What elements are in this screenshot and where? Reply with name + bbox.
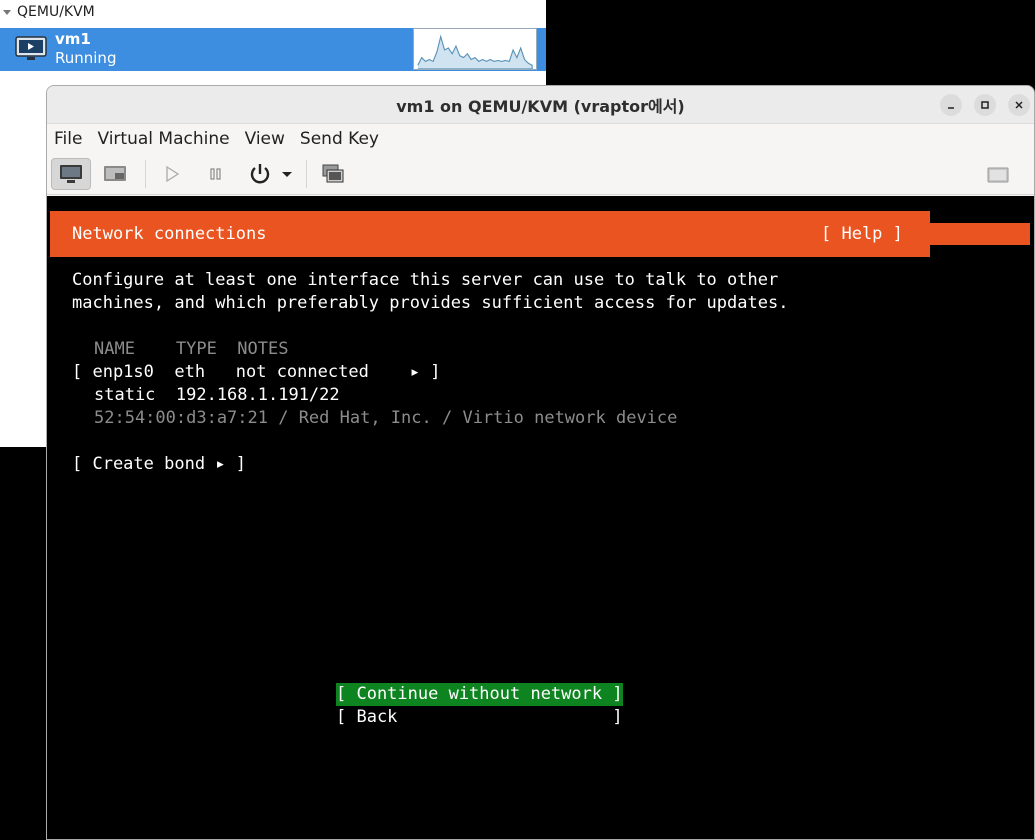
shutdown-menu-button[interactable]: [278, 158, 296, 190]
window-title: vm1 on QEMU/KVM (vraptor에서): [396, 96, 685, 116]
connection-group[interactable]: QEMU/KVM: [0, 0, 546, 24]
maximize-icon: [981, 101, 989, 109]
help-button[interactable]: [ Help ]: [821, 223, 903, 246]
menu-virtual-machine[interactable]: Virtual Machine: [97, 129, 229, 149]
vm-name: vm1: [55, 30, 91, 48]
minimize-icon: [948, 107, 954, 109]
toolbar-separator: [145, 159, 146, 188]
interface-table-header: NAME TYPE NOTES: [94, 339, 289, 359]
snapshots-button[interactable]: [313, 158, 353, 190]
play-icon: [166, 165, 180, 182]
interface-description: 52:54:00:d3:a7:21 / Red Hat, Inc. / Virt…: [94, 408, 678, 428]
intro-text-line-1: Configure at least one interface this se…: [72, 270, 779, 290]
continue-without-network-button[interactable]: [ Continue without network ]: [336, 683, 623, 706]
group-label: QEMU/KVM: [17, 4, 95, 20]
run-button[interactable]: [152, 158, 192, 190]
intro-text-line-2: machines, and which preferably provides …: [72, 293, 789, 313]
monitor-icon: [60, 164, 82, 183]
create-bond-button[interactable]: [ Create bond ▸ ]: [72, 453, 246, 476]
interface-address: static 192.168.1.191/22: [94, 385, 340, 405]
pause-button[interactable]: [196, 158, 236, 190]
fullscreen-icon: [987, 167, 1009, 183]
vm-status: Running: [55, 49, 117, 67]
console-view-button[interactable]: [51, 157, 91, 190]
details-icon: [104, 165, 126, 181]
back-button[interactable]: [ Back ]: [336, 706, 623, 729]
shutdown-button[interactable]: [240, 158, 280, 190]
pause-icon: [210, 167, 221, 180]
interface-row-enp1s0[interactable]: [ enp1s0 eth not connected ▸ ]: [72, 361, 440, 384]
title-bar[interactable]: vm1 on QEMU/KVM (vraptor에서): [47, 86, 1034, 124]
vm-list-row[interactable]: vm1 Running: [0, 28, 546, 71]
chevron-down-icon: [282, 171, 292, 177]
cpu-usage-graph: [413, 28, 537, 70]
monitor-icon: [15, 36, 47, 60]
close-icon: [1015, 101, 1023, 109]
vm-console-window: vm1 on QEMU/KVM (vraptor에서) File Virtual…: [46, 85, 1035, 840]
menu-file[interactable]: File: [54, 129, 82, 149]
screen-title: Network connections: [72, 224, 267, 244]
expander-icon[interactable]: [3, 9, 11, 15]
close-button[interactable]: [1008, 94, 1030, 116]
snapshots-icon: [322, 164, 344, 182]
maximize-button[interactable]: [974, 94, 996, 116]
toolbar: [47, 153, 1034, 195]
minimize-button[interactable]: [940, 94, 962, 116]
menu-send-key[interactable]: Send Key: [300, 129, 379, 149]
power-icon: [250, 163, 270, 183]
details-view-button[interactable]: [95, 158, 135, 190]
menu-bar: File Virtual Machine View Send Key: [47, 124, 1034, 153]
fullscreen-button[interactable]: [978, 159, 1018, 191]
toolbar-separator: [306, 159, 307, 188]
menu-view[interactable]: View: [245, 129, 285, 149]
header-bar-extension: [930, 223, 1030, 245]
vm-console-display[interactable]: Network connections [ Help ] Configure a…: [47, 196, 1034, 839]
